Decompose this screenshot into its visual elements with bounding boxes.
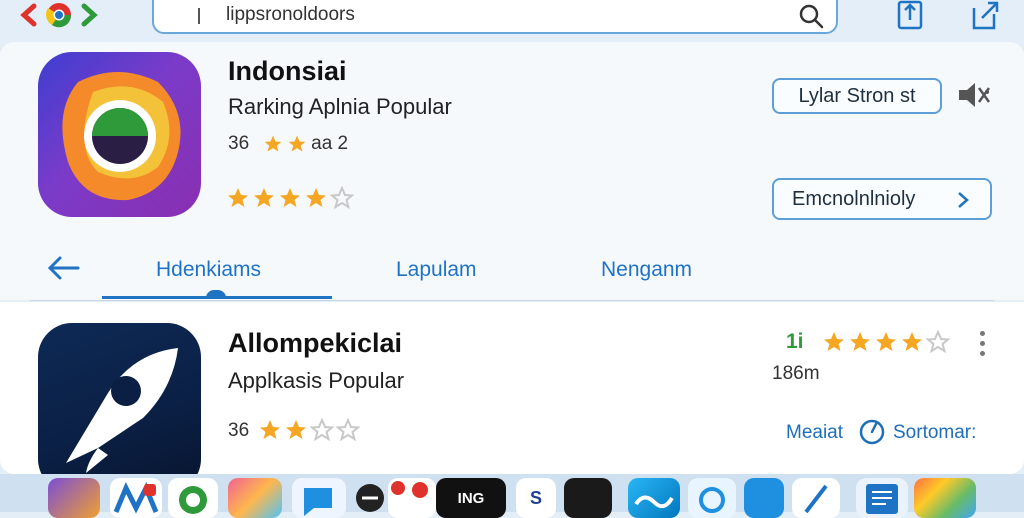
top-action-label: Lylar Stron st xyxy=(798,84,916,107)
star-filled-icon xyxy=(824,332,844,351)
camera-icon[interactable] xyxy=(688,478,736,518)
timer-icon[interactable] xyxy=(858,418,886,446)
tab-nenganm[interactable]: Nenganm xyxy=(601,258,692,282)
star-filled-icon xyxy=(876,332,896,351)
app-2-link-2[interactable]: Sortomar: xyxy=(893,422,976,444)
weather-icon[interactable] xyxy=(628,478,680,518)
tv-icon[interactable] xyxy=(564,478,612,518)
url-text: lippsronoldoors xyxy=(226,4,355,25)
maps-icon[interactable] xyxy=(168,478,218,518)
app-icon-2[interactable] xyxy=(38,323,201,493)
rocket-icon xyxy=(66,348,178,473)
tab-lapulam[interactable]: Lapulam xyxy=(396,258,477,282)
app-1-meta: 36 aa 2 xyxy=(228,133,348,155)
star-filled-icon xyxy=(228,188,248,207)
music-icon[interactable] xyxy=(352,478,388,518)
back-arrow-icon[interactable] xyxy=(46,254,80,282)
browser-nav xyxy=(18,0,100,30)
search-icon[interactable] xyxy=(798,3,824,29)
safari-icon[interactable] xyxy=(744,478,784,518)
gallery-icon[interactable] xyxy=(228,478,282,518)
star-filled-icon xyxy=(286,420,306,439)
back-arrow-icon[interactable] xyxy=(18,3,40,27)
mail-icon[interactable] xyxy=(110,478,162,518)
star-icon xyxy=(264,135,282,152)
bottom-action-label: Emcnolnlnioly xyxy=(792,187,916,210)
chevron-right-icon xyxy=(958,192,969,208)
forward-arrow-icon[interactable] xyxy=(78,3,100,27)
app-2-rank: 1i xyxy=(786,330,804,353)
app-1-meta-prefix: 36 xyxy=(228,133,250,154)
app-1-subtitle: Rarking Aplnia Popular xyxy=(228,94,452,119)
app-icon[interactable]: S xyxy=(516,478,556,518)
app-2-rating xyxy=(822,330,950,354)
export-icon[interactable] xyxy=(970,0,1000,32)
share-icon[interactable] xyxy=(896,0,924,32)
documents-icon[interactable] xyxy=(856,478,908,518)
app-2-title[interactable]: Allompekiclai xyxy=(228,328,402,359)
star-filled-icon xyxy=(254,188,274,207)
tab-hdenkiams[interactable]: Hdenkiams xyxy=(156,258,261,282)
app-2-subtitle: Applkasis Popular xyxy=(228,368,405,393)
app-1-meta-suffix: aa 2 xyxy=(311,133,349,154)
browser-logo-icon[interactable] xyxy=(46,2,72,28)
app-2-meta-prefix: 36 xyxy=(228,420,250,441)
star-filled-icon xyxy=(306,188,326,207)
divider xyxy=(30,300,994,301)
messenger-icon[interactable] xyxy=(292,478,346,518)
star-empty-icon xyxy=(310,418,334,442)
app-1-rating xyxy=(226,186,354,210)
star-filled-icon xyxy=(902,332,922,351)
star-empty-icon xyxy=(926,330,950,354)
top-action-button[interactable]: Lylar Stron st xyxy=(772,78,942,114)
bottom-action-button[interactable]: Emcnolnlnioly xyxy=(772,178,992,220)
news-badge-text: ING xyxy=(457,489,485,507)
notes-icon[interactable] xyxy=(388,478,436,518)
app-2-small-rating xyxy=(258,418,360,442)
mute-speaker-icon[interactable] xyxy=(955,80,995,110)
star-empty-icon xyxy=(330,186,354,210)
star-filled-icon xyxy=(850,332,870,351)
more-vertical-icon[interactable] xyxy=(980,331,986,356)
app-1-title[interactable]: Indonsiai xyxy=(228,56,347,87)
star-empty-icon xyxy=(336,418,360,442)
calendar-icon[interactable] xyxy=(792,478,840,518)
app-badge-text: S xyxy=(529,487,542,508)
news-icon[interactable]: ING xyxy=(436,478,506,518)
text-cursor xyxy=(198,8,200,24)
star-icon xyxy=(288,135,306,152)
star-filled-icon xyxy=(280,188,300,207)
address-bar[interactable]: lippsronoldoors xyxy=(152,0,838,34)
photos-app-icon[interactable] xyxy=(914,478,976,518)
app-2-link-1[interactable]: Meaiat xyxy=(786,422,843,444)
app-2-meta: 36 xyxy=(228,420,249,442)
app-2-count: 186m xyxy=(772,363,820,384)
photos-icon[interactable] xyxy=(48,478,100,518)
camera-lens-icon xyxy=(62,72,181,201)
app-icon-1[interactable] xyxy=(38,52,201,217)
active-tab-notch xyxy=(206,290,226,298)
star-filled-icon xyxy=(260,420,280,439)
